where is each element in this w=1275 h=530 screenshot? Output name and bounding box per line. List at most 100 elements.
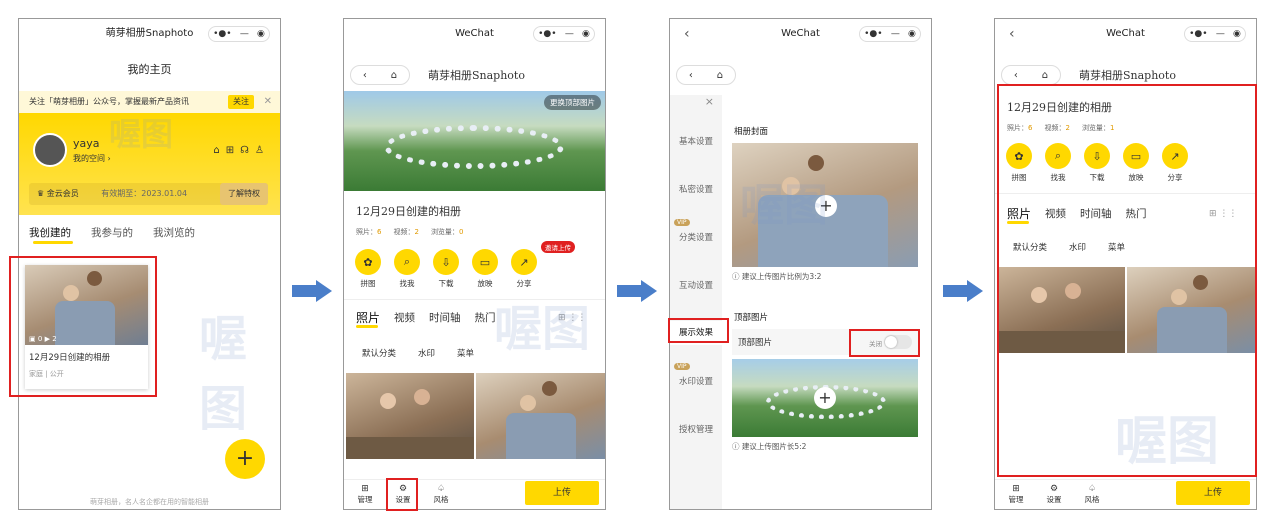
tab-timeline[interactable]: 时间轴 bbox=[429, 310, 461, 325]
shirt-icon: ♤ bbox=[436, 484, 446, 494]
window-titlebar: ‹ WeChat •●• — ◉ bbox=[670, 19, 931, 49]
back-icon[interactable]: ‹ bbox=[1014, 70, 1018, 81]
user-icon: ♙ bbox=[255, 145, 270, 156]
menu-private[interactable]: 私密设置 bbox=[670, 183, 722, 195]
cover-section-title: 相册封面 bbox=[734, 127, 769, 137]
back-icon[interactable]: ‹ bbox=[689, 70, 693, 81]
home-icon[interactable]: ⌂ bbox=[391, 70, 397, 81]
photo-thumb[interactable] bbox=[346, 373, 474, 459]
invite-badge[interactable]: 邀请上传 bbox=[541, 241, 575, 253]
bottom-bar: ⊞ 管理 ⚙ 设置 ♤ 风格 上传 bbox=[995, 479, 1256, 509]
screen-icon: ▭ bbox=[472, 249, 498, 275]
more-icon[interactable]: •●• bbox=[1189, 26, 1207, 42]
back-icon[interactable]: ‹ bbox=[363, 70, 367, 81]
tab-created[interactable]: 我创建的 bbox=[29, 225, 71, 240]
minimize-icon[interactable]: — bbox=[891, 26, 900, 42]
close-circle-icon[interactable]: ◉ bbox=[1233, 26, 1241, 42]
more-icon[interactable]: •●• bbox=[538, 26, 556, 42]
minimize-icon[interactable]: — bbox=[565, 26, 574, 42]
back-chevron-icon[interactable]: ‹ bbox=[684, 19, 690, 49]
action-puzzle[interactable]: ✿ 拼图 bbox=[352, 249, 384, 289]
grid-icon: ⊞ bbox=[1012, 484, 1020, 494]
action-slideshow[interactable]: ▭ 放映 bbox=[469, 249, 501, 289]
manage-button[interactable]: ⊞ 管理 bbox=[1005, 484, 1027, 505]
avatar[interactable] bbox=[33, 133, 67, 167]
follow-button[interactable]: 关注 bbox=[228, 95, 254, 109]
capsule-menu[interactable]: •●• — ◉ bbox=[208, 26, 270, 42]
album-tabs: 照片 视频 时间轴 热门 bbox=[356, 309, 496, 326]
tab-videos[interactable]: 视频 bbox=[394, 310, 415, 325]
subtab-default[interactable]: 默认分类 bbox=[362, 347, 396, 359]
style-button[interactable]: ♤ 风格 bbox=[1081, 484, 1103, 505]
settings-menu: × 基本设置 私密设置 VIP 分类设置 互动设置 展示效果 VIP 水印设置 … bbox=[670, 95, 722, 509]
window-title: WeChat bbox=[1106, 28, 1145, 39]
add-cover-icon[interactable]: + bbox=[815, 195, 837, 217]
upload-button[interactable]: 上传 bbox=[525, 481, 599, 505]
subtab-watermark[interactable]: 水印 bbox=[418, 347, 435, 359]
window-titlebar: ‹ WeChat •●• — ◉ bbox=[995, 19, 1256, 49]
subtab-menu[interactable]: 菜单 bbox=[457, 347, 474, 359]
gear-icon: ⚙ bbox=[1049, 484, 1059, 494]
capsule-menu[interactable]: •●• — ◉ bbox=[1184, 26, 1246, 42]
close-circle-icon[interactable]: ◉ bbox=[908, 26, 916, 42]
myspace-link[interactable]: 我的空间 › bbox=[73, 153, 111, 164]
window-title: 萌芽相册Snaphoto bbox=[105, 28, 194, 39]
settings-button[interactable]: ⚙ 设置 bbox=[1043, 484, 1065, 505]
tab-joined[interactable]: 我参与的 bbox=[91, 225, 133, 240]
face-scan-icon: ⌕ bbox=[394, 249, 420, 275]
close-circle-icon[interactable]: ◉ bbox=[257, 26, 265, 42]
highlight-display-menu bbox=[668, 318, 729, 343]
vip-badge: VIP bbox=[674, 363, 690, 370]
highlight-album-card bbox=[9, 256, 157, 397]
more-icon[interactable]: •●• bbox=[864, 26, 882, 42]
upload-button[interactable]: 上传 bbox=[1176, 481, 1250, 505]
capsule-menu[interactable]: •●• — ◉ bbox=[533, 26, 595, 42]
add-album-button[interactable]: + bbox=[225, 439, 265, 479]
album-title: 12月29日创建的相册 bbox=[356, 205, 461, 218]
cover-image[interactable]: + bbox=[732, 143, 918, 267]
top-banner-image: 更换顶部图片 bbox=[344, 91, 605, 191]
profile-icons[interactable]: ⌂⊞☊♙ bbox=[213, 145, 270, 156]
minimize-icon[interactable]: — bbox=[240, 26, 249, 42]
privilege-button[interactable]: 了解特权 bbox=[220, 183, 268, 205]
top-image-preview[interactable]: + bbox=[732, 359, 918, 437]
menu-interact[interactable]: 互动设置 bbox=[670, 279, 722, 291]
menu-category[interactable]: 分类设置 bbox=[670, 231, 722, 243]
sub-tabs: 默认分类 水印 菜单 bbox=[362, 347, 474, 359]
style-button[interactable]: ♤ 风格 bbox=[430, 484, 452, 505]
back-chevron-icon[interactable]: ‹ bbox=[1009, 19, 1015, 49]
close-icon[interactable]: ✕ bbox=[264, 91, 272, 113]
home-icon[interactable]: ⌂ bbox=[1042, 70, 1048, 81]
nav-capsule: ‹ ⌂ bbox=[676, 65, 736, 85]
profile-card: yaya 我的空间 › ⌂⊞☊♙ ♛ 金云会员 有效期至：2023.01.04 … bbox=[19, 113, 280, 215]
highlight-result-area bbox=[997, 84, 1257, 477]
menu-auth[interactable]: 授权管理 bbox=[670, 423, 722, 435]
action-find-me[interactable]: ⌕ 找我 bbox=[391, 249, 423, 289]
close-icon[interactable]: × bbox=[670, 95, 722, 108]
minimize-icon[interactable]: — bbox=[1216, 26, 1225, 42]
capsule-menu[interactable]: •●• — ◉ bbox=[859, 26, 921, 42]
change-top-button[interactable]: 更换顶部图片 bbox=[544, 95, 601, 110]
window-titlebar: WeChat •●• — ◉ bbox=[344, 19, 605, 49]
vip-bar: ♛ 金云会员 有效期至：2023.01.04 了解特权 bbox=[29, 183, 268, 205]
tab-hot[interactable]: 热门 bbox=[475, 310, 496, 325]
action-download[interactable]: ⇩ 下载 bbox=[430, 249, 462, 289]
top-tip: ⓘ 建议上传图片长5:2 bbox=[732, 442, 807, 451]
home-icon[interactable]: ⌂ bbox=[717, 70, 723, 81]
photo-thumb[interactable] bbox=[476, 373, 605, 459]
tab-photos[interactable]: 照片 bbox=[356, 309, 380, 326]
more-icon[interactable]: •●• bbox=[213, 26, 231, 42]
manage-button[interactable]: ⊞ 管理 bbox=[354, 484, 376, 505]
flow-arrow bbox=[292, 280, 332, 302]
add-top-icon[interactable]: + bbox=[814, 387, 836, 409]
footer-text: 萌芽相册，名人名企都在用的智能相册 bbox=[90, 498, 209, 506]
grid-icon: ⊞ bbox=[361, 484, 369, 494]
window-title: WeChat bbox=[455, 28, 494, 39]
menu-basic[interactable]: 基本设置 bbox=[670, 135, 722, 147]
view-icons[interactable]: ⊞ ⋮⋮ bbox=[558, 313, 586, 323]
close-circle-icon[interactable]: ◉ bbox=[582, 26, 590, 42]
home-tabs: 我创建的 我参与的 我浏览的 bbox=[29, 225, 195, 240]
menu-watermark[interactable]: 水印设置 bbox=[670, 375, 722, 387]
action-share[interactable]: ↗ 分享 bbox=[508, 249, 540, 289]
tab-viewed[interactable]: 我浏览的 bbox=[153, 225, 195, 240]
